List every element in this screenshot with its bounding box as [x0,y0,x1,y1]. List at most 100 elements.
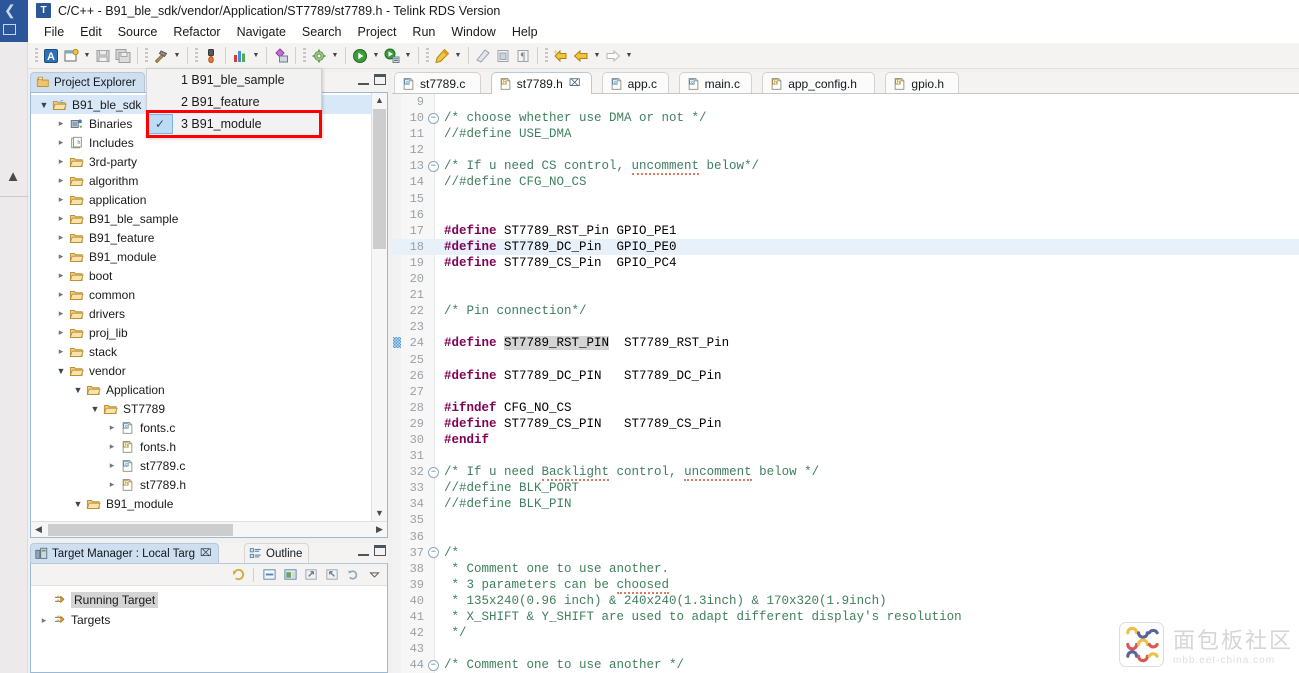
new-file-icon[interactable] [61,46,81,66]
expand-up-chevron-icon[interactable]: ▲ [4,169,22,184]
run-configuration-dropdown-menu[interactable]: 1 B91_ble_sample 2 B91_feature ✓ 3 B91_modu… [146,68,322,138]
code-line[interactable]: 21 [392,287,1299,303]
chevron-right-icon[interactable]: ▸ [54,194,68,205]
tree-item-vendor[interactable]: ▼ vendor [31,361,371,380]
marker-icon[interactable] [432,46,452,66]
menu-item-edit[interactable]: Edit [72,23,110,41]
back-dropdown[interactable]: ▼ [591,46,603,66]
tree-item-fonts-c[interactable]: ▸ .c fonts.c [31,418,371,437]
tree-item-fonts-h[interactable]: ▸ .h fonts.h [31,437,371,456]
menu-item-search[interactable]: Search [294,23,350,41]
new-target-icon[interactable] [281,566,299,584]
debug-flame-icon[interactable] [201,46,221,66]
code-line[interactable]: 11 //#define USE_DMA [392,126,1299,142]
tab-target-manager[interactable]: Target Manager : Local Targ ⌧ [30,543,219,563]
chevron-right-icon[interactable]: ▸ [54,156,68,167]
chevron-right-icon[interactable]: ▸ [54,308,68,319]
chevron-down-icon[interactable]: ▼ [88,404,102,414]
refresh-targets-icon[interactable] [229,566,247,584]
maximize-target-manager-icon[interactable] [374,545,386,556]
pilcrow-icon[interactable]: ¶ [513,46,533,66]
chevron-right-icon[interactable]: ▸ [54,289,68,300]
menu-item-window[interactable]: Window [443,23,503,41]
minimize-target-manager-icon[interactable] [358,546,369,556]
chevron-right-icon[interactable]: ▸ [54,270,68,281]
code-line[interactable]: 29 #define ST7789_CS_PIN ST7789_CS_Pin [392,416,1299,432]
editor-tab-app-c[interactable]: .c app.c [601,72,669,94]
fold-collapse-icon[interactable]: − [428,112,439,124]
export-icon[interactable] [323,566,341,584]
code-line[interactable]: 28 #ifndef CFG_NO_CS [392,400,1299,416]
code-line[interactable]: 26 #define ST7789_DC_PIN ST7789_DC_Pin [392,368,1299,384]
chevron-right-icon[interactable]: ▸ [54,251,68,262]
code-line[interactable]: 16 [392,207,1299,223]
menu-item-refactor[interactable]: Refactor [165,23,228,41]
chevron-right-icon[interactable]: ▸ [37,615,51,626]
editor-tab-main-c[interactable]: .c main.c [678,72,753,94]
import-icon[interactable] [302,566,320,584]
code-line[interactable]: 33 //#define BLK_PORT [392,480,1299,496]
tree-item-boot[interactable]: ▸ boot [31,266,371,285]
code-line[interactable]: 18 #define ST7789_DC_Pin GPIO_PE0 [392,238,1299,255]
run-dropdown[interactable]: ▼ [370,46,382,66]
tree-item-b91-feature[interactable]: ▸ B91_feature [31,228,371,247]
toolbar-grip[interactable] [35,47,38,64]
code-line[interactable]: 36 [392,529,1299,545]
code-line[interactable]: 32−/* If u need Backlight control, uncom… [392,464,1299,482]
chevron-right-icon[interactable]: ▸ [54,232,68,243]
fold-collapse-icon[interactable]: − [428,659,439,671]
tree-item-b91-module[interactable]: ▼ B91_module [31,494,371,513]
chevron-right-icon[interactable]: ▸ [105,460,119,471]
toolbar-grip-3[interactable] [195,47,198,64]
toolbar-grip-6[interactable] [545,47,548,64]
tab-outline[interactable]: Outline [244,543,310,563]
fold-collapse-icon[interactable]: − [428,466,439,478]
build-dropdown[interactable]: ▼ [171,46,183,66]
tree-item-st7789[interactable]: ▼ ST7789 [31,399,371,418]
chevron-down-icon[interactable]: ▼ [37,100,51,110]
chevron-down-icon[interactable]: ▼ [54,366,68,376]
tree-item-st7789-c[interactable]: ▸ .c st7789.c [31,456,371,475]
dropdown-item-2-b91-feature[interactable]: 2 B91_feature [147,91,321,113]
build-settings-dropdown[interactable]: ▼ [329,46,341,66]
code-line[interactable]: 13−/* If u need CS control, uncomment be… [392,158,1299,176]
toolbar-grip-5[interactable] [426,47,429,64]
menu-item-source[interactable]: Source [110,23,166,41]
tree-item-application[interactable]: ▼ Application [31,380,371,399]
minimize-view-icon[interactable] [358,75,369,85]
chevron-right-icon[interactable]: ▸ [105,422,119,433]
code-line[interactable]: 35 [392,512,1299,528]
editor-tab-close-icon[interactable]: ⌧ [569,78,581,89]
code-line[interactable]: 10−/* choose whether use DMA or not */ [392,110,1299,126]
eraser-icon[interactable] [473,46,493,66]
code-line[interactable]: 17 #define ST7789_RST_Pin GPIO_PE1 [392,223,1299,239]
editor-body[interactable]: 9 10−/* choose whether use DMA or not */1… [392,94,1299,673]
code-line[interactable]: 14 //#define CFG_NO_CS [392,174,1299,190]
target-manager-tree[interactable]: Running Target ▸ Targets [31,586,387,630]
chevron-right-icon[interactable]: ▸ [54,327,68,338]
chevron-right-icon[interactable]: ▸ [54,118,68,129]
chevron-right-icon[interactable]: ▸ [54,175,68,186]
code-line[interactable]: 34 //#define BLK_PIN [392,496,1299,512]
tree-item-proj-lib[interactable]: ▸ proj_lib [31,323,371,342]
sync-icon[interactable] [344,566,362,584]
menu-item-project[interactable]: Project [350,23,405,41]
target-row-targets[interactable]: ▸ Targets [31,610,387,630]
vscroll-thumb[interactable] [373,109,386,249]
debug-icon[interactable] [382,46,402,66]
save-icon[interactable] [93,46,113,66]
chart-icon[interactable] [230,46,250,66]
fold-collapse-icon[interactable]: − [428,547,439,559]
forward-dropdown[interactable]: ▼ [623,46,635,66]
code-line[interactable]: 40 * 135x240(0.96 inch) & 240x240(1.3inc… [392,593,1299,609]
tree-item-b91-ble-sample[interactable]: ▸ B91_ble_sample [31,209,371,228]
menu-item-file[interactable]: File [36,23,72,41]
scroll-up-icon[interactable]: ▲ [372,93,387,108]
build-settings-gear-icon[interactable] [309,46,329,66]
editor-code-area[interactable]: 9 10−/* choose whether use DMA or not */1… [392,94,1299,673]
chevron-right-icon[interactable]: ▸ [54,213,68,224]
project-explorer-vscrollbar[interactable]: ▲ ▼ [371,93,387,521]
chevron-right-icon[interactable]: ▸ [105,479,119,490]
tree-item-algorithm[interactable]: ▸ algorithm [31,171,371,190]
chart-dropdown[interactable]: ▼ [250,46,262,66]
